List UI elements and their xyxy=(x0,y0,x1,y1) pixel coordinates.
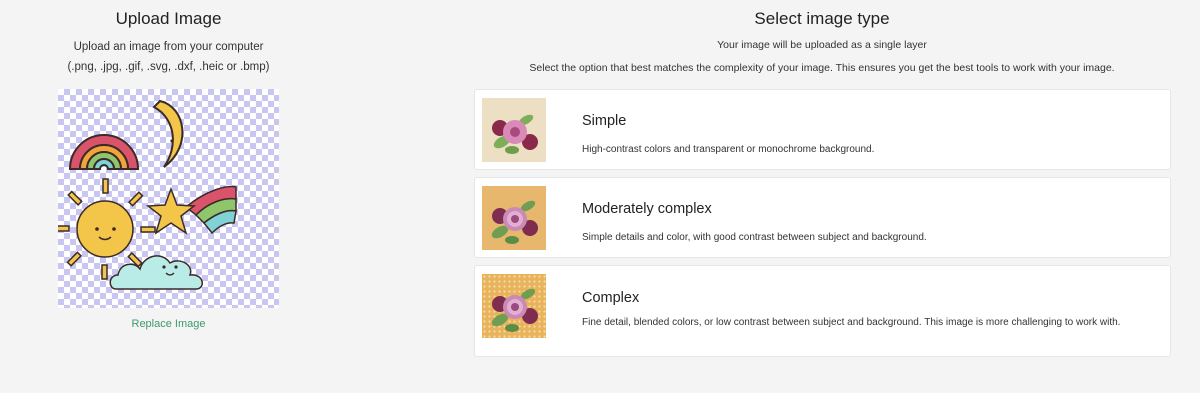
moderately-complex-thumbnail xyxy=(482,186,546,250)
option-moderately-complex[interactable]: Moderately complex Simple details and co… xyxy=(474,177,1171,258)
option-moderately-complex-label: Moderately complex xyxy=(582,201,712,217)
cloud-sticker xyxy=(109,255,203,290)
option-complex[interactable]: Complex Fine detail, blended colors, or … xyxy=(474,265,1171,357)
select-type-title: Select image type xyxy=(754,9,890,28)
option-simple[interactable]: Simple High-contrast colors and transpar… xyxy=(474,89,1171,170)
sun-sticker xyxy=(58,178,156,280)
upload-panel: Upload Image Upload an image from your c… xyxy=(0,0,337,393)
option-complex-label: Complex xyxy=(582,290,640,306)
select-type-subtitle: Your image will be uploaded as a single … xyxy=(717,39,927,51)
moon-sticker xyxy=(152,99,184,168)
image-preview xyxy=(58,89,279,308)
uploaded-image xyxy=(58,99,237,290)
option-simple-label: Simple xyxy=(582,113,627,129)
upload-formats: (.png, .jpg, .gif, .svg, .dxf, .heic or … xyxy=(67,61,270,73)
upload-title: Upload Image xyxy=(115,9,222,28)
simple-thumbnail xyxy=(482,98,546,162)
complex-thumbnail xyxy=(482,274,546,338)
replace-image-link[interactable]: Replace Image xyxy=(0,318,337,330)
select-type-helper: Select the option that best matches the … xyxy=(529,62,1115,74)
shooting-star-sticker xyxy=(145,185,237,235)
option-simple-description: High-contrast colors and transparent or … xyxy=(582,144,875,155)
option-complex-description: Fine detail, blended colors, or low cont… xyxy=(582,317,1121,328)
rainbow-sticker xyxy=(68,134,140,170)
upload-instruction: Upload an image from your computer xyxy=(73,41,264,53)
option-moderately-complex-description: Simple details and color, with good cont… xyxy=(582,232,927,243)
